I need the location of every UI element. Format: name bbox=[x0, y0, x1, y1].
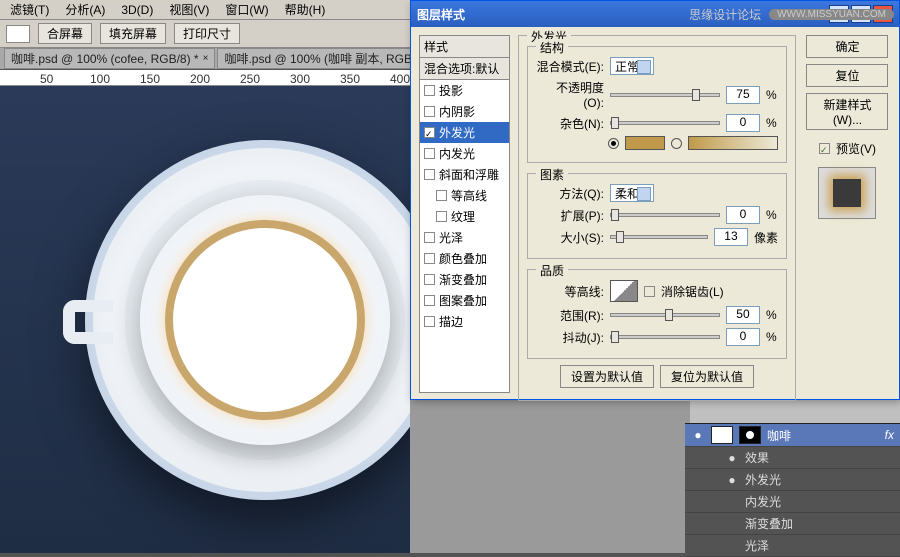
glow-color-swatch[interactable] bbox=[625, 136, 665, 150]
opacity-slider[interactable] bbox=[610, 93, 720, 97]
doc-tab-1[interactable]: 咖啡.psd @ 100% (cofee, RGB/8) *× bbox=[4, 48, 215, 69]
fx-texture[interactable]: 纹理 bbox=[420, 206, 509, 227]
fx-bevel[interactable]: 斜面和浮雕 bbox=[420, 164, 509, 185]
fill-screen-button[interactable]: 填充屏幕 bbox=[100, 23, 166, 44]
menu-view[interactable]: 视图(V) bbox=[169, 1, 209, 18]
effects-list: 样式 混合选项:默认 投影 内阴影 外发光 内发光 斜面和浮雕 等高线 纹理 光… bbox=[419, 35, 510, 393]
fx-inner-glow-row[interactable]: 内发光 bbox=[685, 491, 900, 513]
tool-preset[interactable] bbox=[6, 25, 30, 43]
size-slider[interactable] bbox=[610, 235, 708, 239]
spread-label: 扩展(P): bbox=[536, 207, 604, 224]
layers-panel: ● 咖啡 fx ●效果 ●外发光 内发光 渐变叠加 光泽 bbox=[685, 423, 900, 553]
menu-3d[interactable]: 3D(D) bbox=[121, 3, 153, 17]
structure-group: 结构 混合模式(E): 正常 不透明度(O): 75 % 杂色(N): bbox=[527, 46, 787, 163]
opacity-label: 不透明度(O): bbox=[536, 79, 604, 110]
preview-swatch bbox=[818, 167, 876, 219]
jitter-slider[interactable] bbox=[610, 335, 720, 339]
fit-screen-button[interactable]: 合屏幕 bbox=[38, 23, 92, 44]
size-label: 大小(S): bbox=[536, 229, 604, 246]
fx-contour[interactable]: 等高线 bbox=[420, 185, 509, 206]
menu-analysis[interactable]: 分析(A) bbox=[65, 1, 105, 18]
cancel-button[interactable]: 复位 bbox=[806, 64, 888, 87]
elements-group: 图素 方法(Q): 柔和 扩展(P): 0 % 大小(S): 13 bbox=[527, 173, 787, 259]
make-default-button[interactable]: 设置为默认值 bbox=[560, 365, 654, 388]
fx-color-overlay[interactable]: 颜色叠加 bbox=[420, 248, 509, 269]
watermark: 思缘设计论坛 WWW.MISSYUAN.COM bbox=[689, 6, 894, 23]
antialias-checkbox[interactable] bbox=[644, 286, 655, 297]
cup-rim bbox=[165, 220, 365, 420]
fx-badge[interactable]: fx bbox=[885, 428, 894, 442]
saucer-graphic bbox=[85, 140, 445, 500]
visibility-icon[interactable]: ● bbox=[691, 428, 705, 442]
spread-slider[interactable] bbox=[610, 213, 720, 217]
contour-label: 等高线: bbox=[536, 283, 604, 300]
noise-input[interactable]: 0 bbox=[726, 114, 760, 132]
layer-row[interactable]: ● 咖啡 fx bbox=[685, 424, 900, 447]
range-input[interactable]: 50 bbox=[726, 306, 760, 324]
quality-group: 品质 等高线: 消除锯齿(L) 范围(R): 50 % 抖动(J): bbox=[527, 269, 787, 359]
technique-label: 方法(Q): bbox=[536, 185, 604, 202]
preview-checkbox[interactable] bbox=[819, 143, 830, 154]
fx-pattern-overlay[interactable]: 图案叠加 bbox=[420, 290, 509, 311]
fx-inner-shadow[interactable]: 内阴影 bbox=[420, 101, 509, 122]
noise-label: 杂色(N): bbox=[536, 115, 604, 132]
menu-window[interactable]: 窗口(W) bbox=[225, 1, 268, 18]
cup-handle bbox=[63, 300, 113, 344]
menu-help[interactable]: 帮助(H) bbox=[285, 1, 326, 18]
fx-satin-row[interactable]: 光泽 bbox=[685, 535, 900, 557]
fx-drop-shadow[interactable]: 投影 bbox=[420, 80, 509, 101]
gradient-radio[interactable] bbox=[671, 138, 682, 149]
effects-row[interactable]: ●效果 bbox=[685, 447, 900, 469]
print-size-button[interactable]: 打印尺寸 bbox=[174, 23, 240, 44]
spread-input[interactable]: 0 bbox=[726, 206, 760, 224]
layer-thumb[interactable] bbox=[711, 426, 733, 444]
blend-mode-select[interactable]: 正常 bbox=[610, 57, 654, 75]
layer-style-dialog: 图层样式 _ □ × 样式 混合选项:默认 投影 内阴影 外发光 内发光 斜面和… bbox=[410, 0, 900, 400]
cup-graphic bbox=[140, 195, 390, 445]
reset-default-button[interactable]: 复位为默认值 bbox=[660, 365, 754, 388]
fx-inner-glow[interactable]: 内发光 bbox=[420, 143, 509, 164]
dialog-title: 图层样式 bbox=[417, 6, 465, 23]
new-style-button[interactable]: 新建样式(W)... bbox=[806, 93, 888, 130]
glow-gradient[interactable] bbox=[688, 136, 778, 150]
technique-select[interactable]: 柔和 bbox=[610, 184, 654, 202]
fx-satin[interactable]: 光泽 bbox=[420, 227, 509, 248]
range-slider[interactable] bbox=[610, 313, 720, 317]
dialog-buttons: 确定 复位 新建样式(W)... 预览(V) bbox=[804, 35, 891, 393]
fx-stroke[interactable]: 描边 bbox=[420, 311, 509, 332]
jitter-label: 抖动(J): bbox=[536, 329, 604, 346]
fx-gradient-overlay-row[interactable]: 渐变叠加 bbox=[685, 513, 900, 535]
blend-mode-label: 混合模式(E): bbox=[536, 58, 604, 75]
menu-filter[interactable]: 滤镜(T) bbox=[10, 1, 49, 18]
layer-name: 咖啡 bbox=[767, 427, 791, 444]
noise-slider[interactable] bbox=[610, 121, 720, 125]
color-radio[interactable] bbox=[608, 138, 619, 149]
fx-outer-glow[interactable]: 外发光 bbox=[420, 122, 509, 143]
secondary-canvas bbox=[410, 400, 690, 553]
close-icon[interactable]: × bbox=[203, 53, 209, 64]
layer-mask-thumb[interactable] bbox=[739, 426, 761, 444]
fx-gradient-overlay[interactable]: 渐变叠加 bbox=[420, 269, 509, 290]
range-label: 范围(R): bbox=[536, 307, 604, 324]
outer-glow-group: 外发光 结构 混合模式(E): 正常 不透明度(O): 75 % 杂色(N): bbox=[518, 35, 796, 401]
styles-header[interactable]: 样式 bbox=[420, 36, 509, 58]
blend-options[interactable]: 混合选项:默认 bbox=[420, 58, 509, 80]
contour-picker[interactable] bbox=[610, 280, 638, 302]
opacity-input[interactable]: 75 bbox=[726, 86, 760, 104]
ok-button[interactable]: 确定 bbox=[806, 35, 888, 58]
jitter-input[interactable]: 0 bbox=[726, 328, 760, 346]
fx-outer-glow-row[interactable]: ●外发光 bbox=[685, 469, 900, 491]
size-input[interactable]: 13 bbox=[714, 228, 748, 246]
